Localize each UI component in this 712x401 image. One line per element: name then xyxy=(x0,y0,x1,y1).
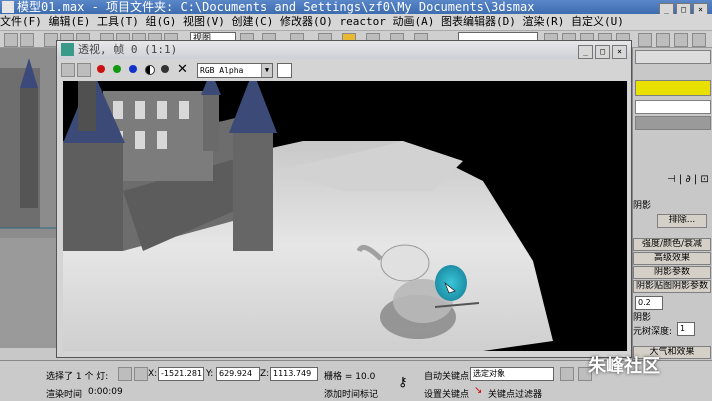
y-coordinate-input[interactable]: 629.924 xyxy=(216,367,260,381)
menu-modifiers[interactable]: 修改器(O) xyxy=(280,15,333,28)
render-frame-icon[interactable] xyxy=(674,33,688,47)
render-window-title: 透视, 帧 0 (1:1) xyxy=(78,43,178,56)
grid-status: 栅格 = 10.0 xyxy=(324,372,376,382)
save-image-icon[interactable] xyxy=(61,63,75,77)
menu-tools[interactable]: 工具(T) xyxy=(97,15,139,28)
red-channel-icon[interactable] xyxy=(97,65,105,73)
menu-views[interactable]: 视图(V) xyxy=(183,15,225,28)
render-time-value: 0:00:09 xyxy=(88,387,123,397)
render-window-toolbar: ✕ RGB Alpha ▼ xyxy=(57,60,631,80)
app-title-bar: 模型01.max - 项目文件夹: C:\Documents and Setti… xyxy=(0,0,712,14)
clear-icon[interactable]: ✕ xyxy=(177,62,188,77)
app-icon xyxy=(2,1,14,13)
prim-depth-label: 元树深度: xyxy=(633,327,673,337)
x-label: X: xyxy=(148,369,158,379)
rollout-shadow-map-params[interactable]: 阴影贴图阴影参数 xyxy=(633,280,711,293)
absolute-mode-icon[interactable] xyxy=(134,367,148,381)
shadow-text: 阴影 xyxy=(633,313,652,323)
blue-channel-icon[interactable] xyxy=(129,65,137,73)
watermark: 朱峰社区 xyxy=(588,352,712,400)
channel-select[interactable]: RGB Alpha ▼ xyxy=(197,63,273,78)
channel-select-value: RGB Alpha xyxy=(200,66,244,75)
alpha-channel-icon[interactable] xyxy=(145,65,155,75)
clone-window-icon[interactable] xyxy=(77,63,91,77)
viewport-castle-image xyxy=(0,48,56,348)
undo-icon[interactable] xyxy=(4,33,18,47)
render-output-image xyxy=(63,81,627,351)
color-swatch[interactable] xyxy=(277,63,292,78)
key-filters-button[interactable]: 关键点过滤器 xyxy=(488,387,542,400)
shadow-type-label: 阴影 xyxy=(633,201,652,211)
lock-icon[interactable] xyxy=(118,367,132,381)
render-window-title-bar: 透视, 帧 0 (1:1) _ □ × xyxy=(57,41,631,59)
render-window-icon xyxy=(61,43,74,56)
set-key-button[interactable]: 设置关键点 xyxy=(424,387,469,400)
green-channel-icon[interactable] xyxy=(113,65,121,73)
z-coordinate-input[interactable]: 1113.749 xyxy=(270,367,318,381)
menu-file[interactable]: 文件(F) xyxy=(0,15,42,28)
menu-group[interactable]: 组(G) xyxy=(146,15,177,28)
command-panel: ⊣ | ∂ | ⊡ 阴影 排除... 强度/颜色/衰减 高级效果 阴影参数 阴影… xyxy=(632,48,712,360)
menu-animation[interactable]: 动画(A) xyxy=(392,15,434,28)
perspective-viewport[interactable] xyxy=(0,48,56,348)
menu-bar: 文件(F) 编辑(E) 工具(T) 组(G) 视图(V) 创建(C) 修改器(O… xyxy=(0,14,712,31)
rollout-shadow-params[interactable]: 阴影参数 xyxy=(633,266,711,279)
key-filter-icon: ↘ xyxy=(474,385,483,396)
render-maximize-button[interactable]: □ xyxy=(595,45,610,59)
rollout-advanced-effects[interactable]: 高级效果 xyxy=(633,252,711,265)
menu-create[interactable]: 创建(C) xyxy=(232,15,274,28)
prim-depth-input[interactable]: 1 xyxy=(677,322,695,336)
render-close-button[interactable]: × xyxy=(612,45,627,59)
name-field[interactable] xyxy=(635,100,711,114)
pin-icons[interactable]: ⊣ | ∂ | ⊡ xyxy=(667,174,709,185)
close-button[interactable]: × xyxy=(693,3,708,14)
redo-icon[interactable] xyxy=(20,33,34,47)
selected-object-select[interactable]: 选定对象 xyxy=(470,367,554,381)
chevron-down-icon: ▼ xyxy=(261,64,272,77)
render-setup-icon[interactable] xyxy=(656,33,670,47)
rollout-intensity[interactable]: 强度/颜色/衰减 xyxy=(633,238,711,251)
exclude-button[interactable]: 排除... xyxy=(657,214,707,228)
x-coordinate-input[interactable]: -1521.281 xyxy=(158,367,204,381)
maximize-button[interactable]: □ xyxy=(676,3,691,14)
menu-rendering[interactable]: 渲染(R) xyxy=(522,15,564,28)
menu-graph-editors[interactable]: 图表编辑器(D) xyxy=(441,15,516,28)
app-title: 模型01.max - 项目文件夹: C:\Documents and Setti… xyxy=(17,0,535,14)
add-time-tag[interactable]: 添加时间标记 xyxy=(324,387,378,400)
quick-render-icon[interactable] xyxy=(692,33,706,47)
z-label: Z: xyxy=(260,369,270,379)
watermark-text: 朱峰社区 xyxy=(588,356,660,377)
auto-key-button[interactable]: 自动关键点 xyxy=(424,369,469,382)
modifier-list-header xyxy=(635,116,711,130)
y-label: Y: xyxy=(206,369,214,379)
selection-status: 选择了 1 个 灯: xyxy=(46,372,109,382)
mono-icon[interactable] xyxy=(161,65,169,73)
minimize-button[interactable]: _ xyxy=(659,3,674,14)
menu-edit[interactable]: 编辑(E) xyxy=(49,15,91,28)
go-start-icon[interactable] xyxy=(560,367,574,381)
key-icon[interactable]: ⚷ xyxy=(398,375,408,390)
panel-tabs[interactable] xyxy=(635,50,711,64)
render-minimize-button[interactable]: _ xyxy=(578,45,593,59)
rendered-frame-window: 透视, 帧 0 (1:1) _ □ × ✕ RGB Alpha ▼ xyxy=(56,40,632,358)
menu-reactor[interactable]: reactor xyxy=(340,15,386,28)
menu-customize[interactable]: 自定义(U) xyxy=(571,15,624,28)
object-color-swatch[interactable] xyxy=(635,80,711,96)
bias-input[interactable]: 0.2 xyxy=(635,296,663,310)
render-time-label: 渲染时间 xyxy=(46,390,83,400)
material-editor-icon[interactable] xyxy=(638,33,652,47)
